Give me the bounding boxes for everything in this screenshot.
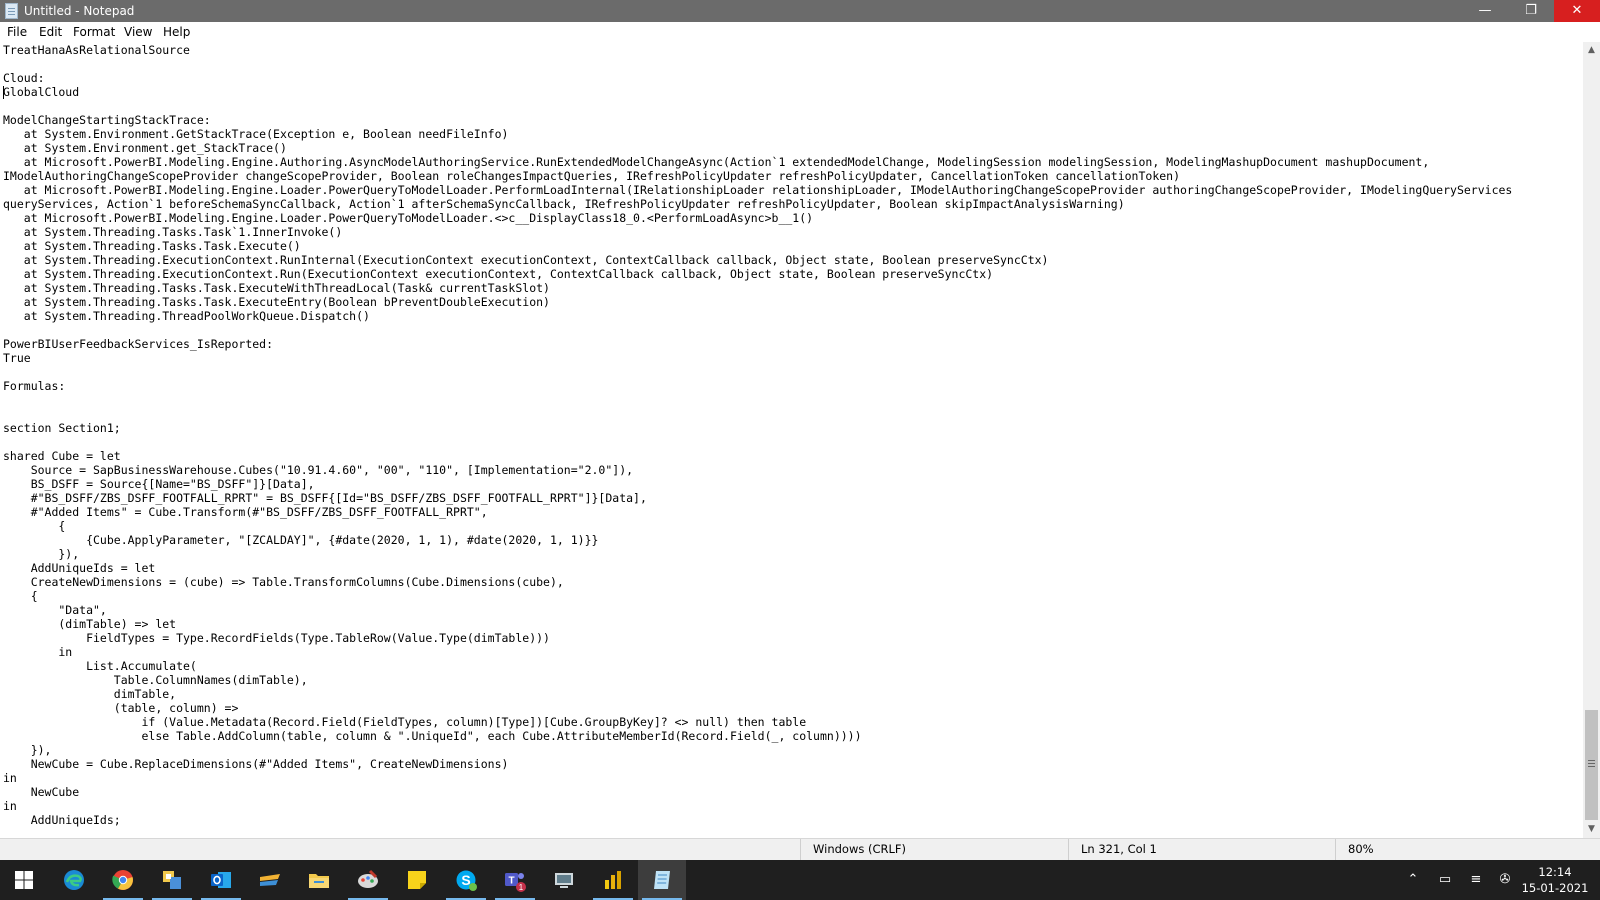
window-title: Untitled - Notepad bbox=[24, 4, 135, 18]
taskbar: S T 1 ⌃ ▭ ≡ ✇ 12:14 15-01-2021 bbox=[0, 860, 1600, 900]
title-bar: Untitled - Notepad — ❐ ✕ bbox=[0, 0, 1600, 22]
status-zoom: 80% bbox=[1335, 839, 1600, 860]
svg-text:T: T bbox=[508, 876, 514, 887]
notepad-app-icon bbox=[5, 3, 18, 19]
vertical-scrollbar[interactable]: ▲ ▼ bbox=[1583, 42, 1600, 838]
minimize-button[interactable]: — bbox=[1462, 0, 1508, 22]
taskbar-network-app[interactable] bbox=[540, 860, 588, 900]
status-line-endings: Windows (CRLF) bbox=[800, 839, 1061, 860]
wifi-icon[interactable]: ≡ bbox=[1467, 871, 1485, 889]
scroll-grip-icon bbox=[1588, 760, 1595, 761]
taskbar-file-explorer[interactable] bbox=[295, 860, 343, 900]
taskbar-notepad[interactable] bbox=[638, 860, 686, 900]
edge-icon bbox=[64, 870, 84, 890]
chrome-icon bbox=[112, 870, 133, 890]
menu-help[interactable]: Help bbox=[163, 24, 190, 40]
menu-file[interactable]: File bbox=[7, 24, 27, 40]
scroll-up-arrow[interactable]: ▲ bbox=[1583, 42, 1600, 59]
taskbar-chrome[interactable] bbox=[99, 860, 147, 900]
menu-edit[interactable]: Edit bbox=[39, 24, 62, 40]
skype-icon: S bbox=[456, 870, 477, 891]
taskbar-outlook[interactable] bbox=[197, 860, 245, 900]
taskbar-paint[interactable] bbox=[344, 860, 392, 900]
volume-icon[interactable]: ✇ bbox=[1496, 871, 1514, 889]
status-cursor-position: Ln 321, Col 1 bbox=[1068, 839, 1335, 860]
menu-bar: File Edit Format View Help bbox=[0, 22, 1600, 42]
notepad-icon bbox=[654, 871, 670, 889]
network-app-icon bbox=[555, 873, 573, 888]
menu-format[interactable]: Format bbox=[73, 24, 115, 40]
tray-chevron-icon[interactable]: ⌃ bbox=[1404, 871, 1422, 889]
app-icon bbox=[163, 871, 181, 889]
scroll-down-arrow[interactable]: ▼ bbox=[1583, 821, 1600, 838]
file-explorer-icon bbox=[309, 874, 329, 888]
taskbar-edge[interactable] bbox=[50, 860, 98, 900]
taskbar-sticky-notes[interactable] bbox=[393, 860, 441, 900]
clock-time: 12:14 bbox=[1538, 865, 1572, 879]
sticky-notes-icon bbox=[408, 871, 426, 889]
outlook-icon bbox=[211, 872, 231, 888]
menu-view[interactable]: View bbox=[124, 24, 152, 40]
taskbar-app[interactable] bbox=[148, 860, 196, 900]
teams-icon: T 1 bbox=[505, 873, 526, 892]
taskbar-power-bi[interactable] bbox=[589, 860, 637, 900]
clock-date: 15-01-2021 bbox=[1521, 881, 1589, 895]
sap-icon bbox=[260, 874, 280, 886]
scroll-thumb[interactable] bbox=[1585, 710, 1598, 820]
maximize-button[interactable]: ❐ bbox=[1508, 0, 1554, 22]
text-editor[interactable]: TreatHanaAsRelationalSource Cloud: Globa… bbox=[0, 42, 1583, 838]
battery-icon[interactable]: ▭ bbox=[1436, 871, 1454, 889]
power-bi-icon bbox=[605, 871, 621, 889]
taskbar-clock[interactable]: 12:14 15-01-2021 bbox=[1515, 864, 1595, 896]
paint-icon bbox=[358, 869, 378, 888]
editor-content[interactable]: TreatHanaAsRelationalSource Cloud: Globa… bbox=[3, 43, 1512, 827]
taskbar-sap[interactable] bbox=[246, 860, 294, 900]
taskbar-teams[interactable]: T 1 bbox=[491, 860, 539, 900]
close-button[interactable]: ✕ bbox=[1554, 0, 1600, 22]
teams-badge: 1 bbox=[519, 883, 524, 892]
text-caret bbox=[3, 86, 4, 99]
start-button[interactable] bbox=[0, 860, 48, 900]
status-bar: Windows (CRLF) Ln 321, Col 1 80% bbox=[0, 838, 1600, 860]
windows-start-icon bbox=[15, 871, 33, 889]
taskbar-skype[interactable]: S bbox=[442, 860, 490, 900]
